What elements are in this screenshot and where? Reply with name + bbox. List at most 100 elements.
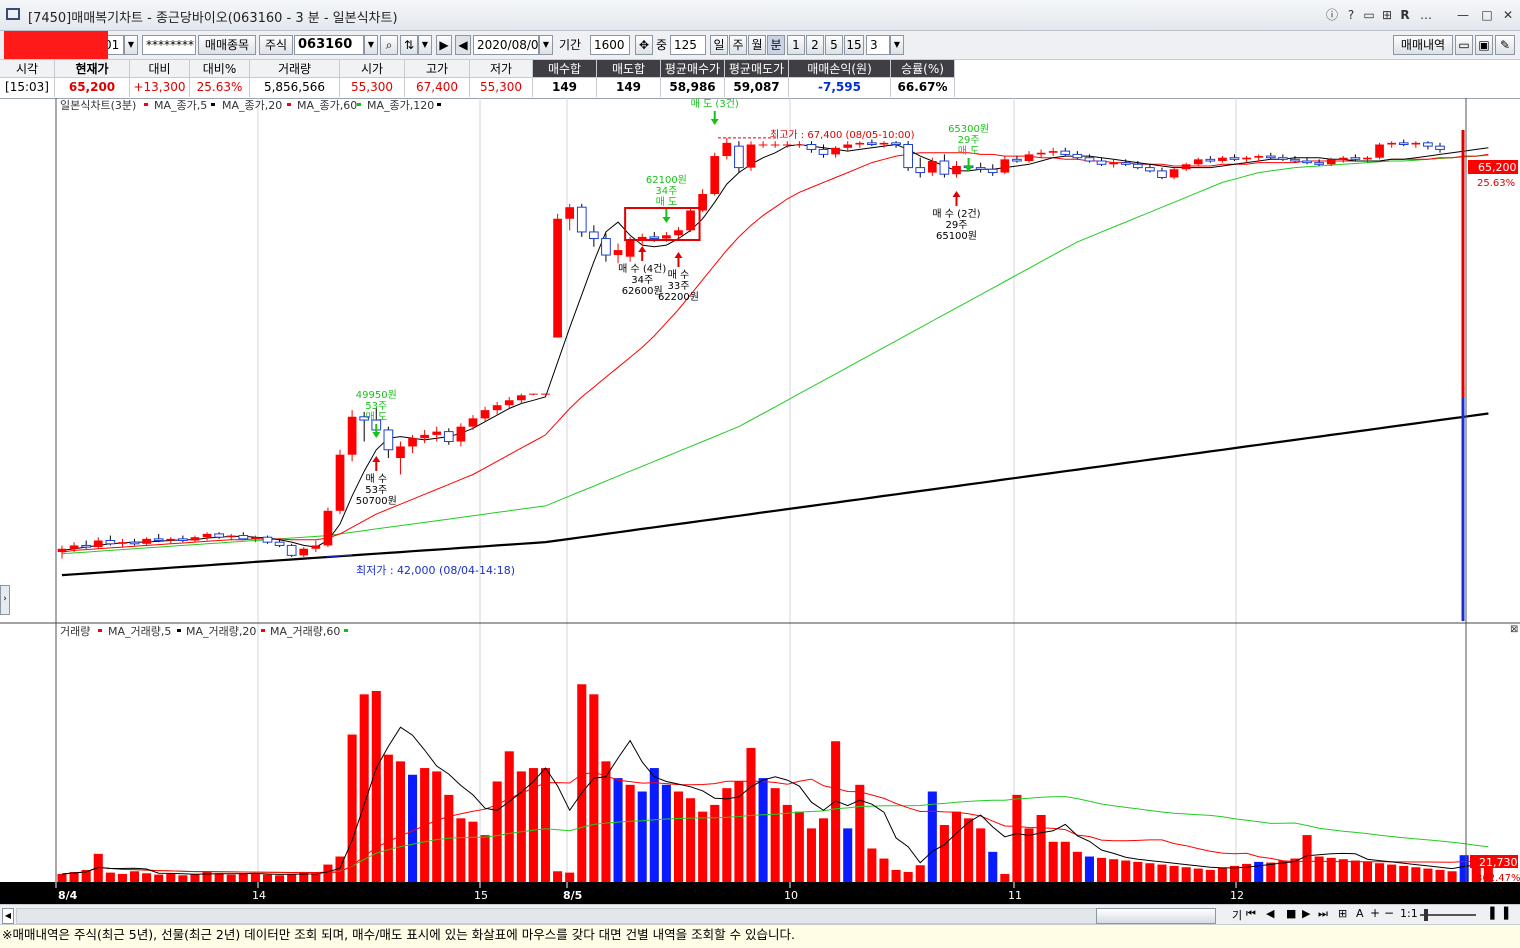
minute-2-button[interactable]: 2 [806,35,824,55]
market-type-select[interactable]: 주식 [259,35,293,55]
candle-body [1205,158,1216,162]
volume-bar [214,873,224,882]
date-field[interactable]: 2020/08/05 [473,35,539,55]
volume-bar [951,811,962,882]
info-icon[interactable]: ⓘ [1324,6,1340,24]
minute-dropdown-icon[interactable]: ▼ [890,35,904,55]
candle-body [1072,153,1083,159]
font-icon[interactable]: A [1356,907,1364,920]
volume-close-icon[interactable]: ⊠ [1510,624,1518,635]
candle-body [576,206,587,233]
x-axis-label: 8/4 [58,889,78,902]
candle-body [1363,157,1372,160]
scroll-left-icon[interactable]: ◀ [2,908,14,924]
zoom-slider-handle[interactable] [1424,909,1428,921]
candle [613,243,623,264]
candle [529,393,538,396]
more-icon[interactable]: … [1418,6,1434,24]
back-icon[interactable]: ◀ [1266,907,1274,920]
prev-icon[interactable]: ◀ [455,35,471,55]
period-minute-button[interactable]: 분 [767,35,785,55]
grid-icon[interactable]: ⊞ [1380,6,1394,24]
minute-5-button[interactable]: 5 [825,35,843,55]
maximize-button[interactable]: □ [1476,6,1498,24]
trade-history-button[interactable]: 매매내역 [1393,35,1453,55]
chart-area[interactable]: 최저가 : 42,000 (08/04-14:18) 최고가 : 67,400 (… [0,98,1520,906]
period-day-button[interactable]: 일 [710,35,728,55]
restore-icon[interactable]: ▭ [1362,6,1376,24]
candle [383,426,394,458]
window-title: [7450]매매복기차트 - 종근당바이오(063160 - 3 분 - 일본식… [28,11,398,26]
buy-marker-text: 53주 [365,485,387,496]
quote-strip: 시각 현재가 대비 대비% 거래량 시가 고가 저가 매수합 매도합 평균매수가… [0,60,1520,99]
play-icon[interactable]: ▶ [1302,907,1310,920]
candle [190,535,200,543]
zoom-in-icon[interactable]: + [1370,906,1380,920]
quote-price: 65,200 [55,78,130,97]
close-button[interactable]: ✕ [1498,6,1518,24]
settings-icon[interactable]: ✥ [635,35,653,55]
candle-body [153,538,164,542]
quote-time: [15:03] [0,78,55,97]
minimize-button[interactable]: — [1452,6,1474,24]
period-week-button[interactable]: 주 [729,35,747,55]
stock-code-dropdown-icon[interactable]: ▼ [364,35,378,55]
minute-value-input[interactable]: 3 [866,35,890,55]
candle-body [274,541,285,546]
minute-15-button[interactable]: 15 [844,35,864,55]
chart-svg[interactable]: 최저가 : 42,000 (08/04-14:18) 최고가 : 67,400 (… [0,98,1520,906]
quote-header-avg-sell: 평균매도가 [725,60,789,78]
volume-bar [673,791,684,882]
count-input[interactable]: 125 [670,35,706,55]
stop-icon[interactable]: ■ [1286,907,1296,920]
quote-header-change-pct: 대비% [190,60,250,78]
candle-body [674,230,683,236]
count-label: 중 [656,38,668,52]
password-field[interactable]: ******** [142,35,196,55]
pane-left-icon[interactable]: ▐ [1486,907,1494,920]
candle [1229,154,1240,161]
layout-icon[interactable]: ⊞ [1338,907,1347,920]
sort-dropdown-icon[interactable]: ▼ [418,35,432,55]
buy-marker: 매 수 (2건)29주65100원 [932,191,981,242]
scroll-track[interactable] [16,908,1214,924]
pane-right-icon[interactable]: ▌ [1504,907,1512,920]
volume-bar [782,804,792,882]
volume-bar [988,851,998,882]
search-icon[interactable]: ⌕ [380,35,398,55]
open-folder-icon[interactable]: ▭ [1455,35,1473,55]
account-dropdown-icon[interactable]: ▼ [124,35,138,55]
scroll-thumb[interactable] [1096,908,1216,924]
legend-ma20: MA_종가,20 [222,99,282,112]
candle-body [855,142,865,145]
candle [443,428,454,445]
first-icon[interactable]: ⏮ [1246,907,1256,921]
wrench-icon[interactable]: ✎ [1495,35,1515,55]
zoom-out-icon[interactable]: − [1384,906,1394,920]
candle [118,538,127,548]
save-icon[interactable]: ▣ [1475,35,1493,55]
x-axis-band [0,882,1520,904]
refresh-icon[interactable]: R [1398,6,1412,24]
date-dropdown-icon[interactable]: ▼ [539,35,553,55]
zoom-slider[interactable] [1420,914,1476,916]
last-icon[interactable]: ⏭ [1318,907,1328,921]
zoom-reset-label[interactable]: 1:1 [1400,907,1418,920]
period-input[interactable]: 1600 [590,35,630,55]
next-icon[interactable]: ▶ [436,35,452,55]
candle-body [710,156,720,194]
stock-select-button[interactable]: 매매종목 [198,35,256,55]
candle [1302,157,1312,165]
quote-header-high: 고가 [405,60,470,78]
minute-1-button[interactable]: 1 [787,35,805,55]
period-month-button[interactable]: 월 [748,35,766,55]
volume-bar [649,768,659,882]
ma120-line [61,412,1489,577]
current-price-tag-text: 65,200 [1478,161,1517,174]
side-panel-toggle[interactable]: › [0,585,10,615]
quote-header-buy-sum: 매수합 [533,60,597,78]
sort-icon[interactable]: ⇅ [400,35,418,55]
help-icon[interactable]: ? [1344,6,1358,24]
volume-bar [613,778,623,882]
stock-code-input[interactable]: 063160 [294,35,364,55]
